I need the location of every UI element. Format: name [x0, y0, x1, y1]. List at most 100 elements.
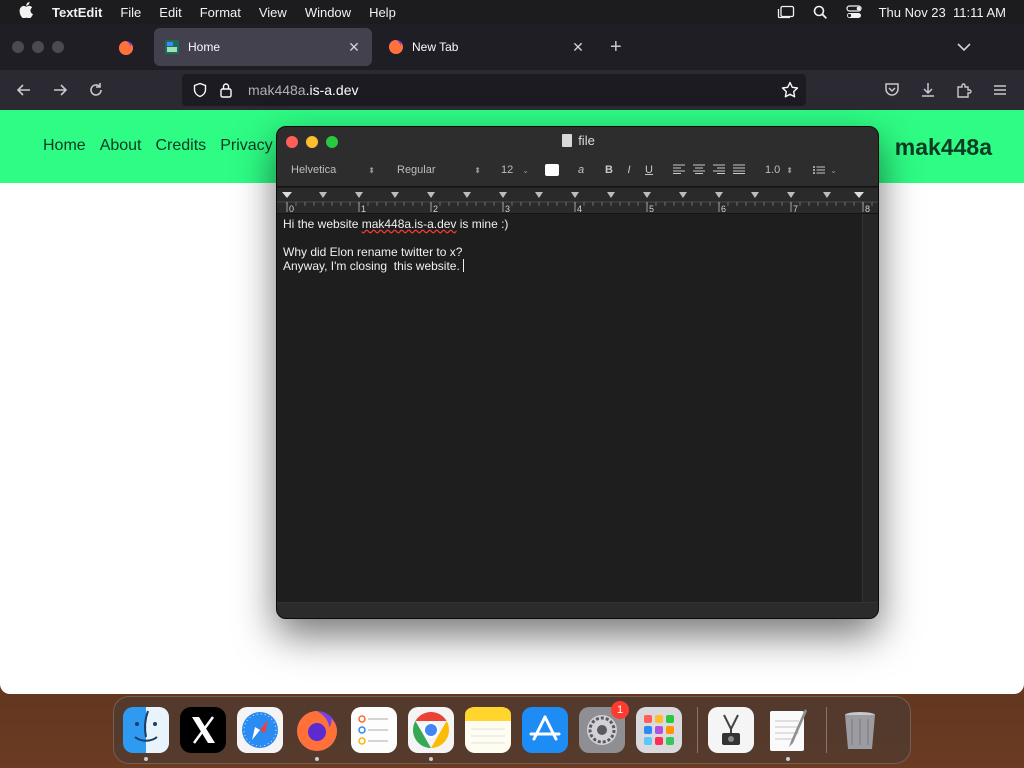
tab-stop-marker[interactable]	[823, 192, 831, 198]
stage-manager-icon[interactable]	[777, 5, 795, 19]
menubar-clock[interactable]: Thu Nov 23 11:11 AM	[879, 5, 1006, 20]
font-size-combo[interactable]: 12 ⌄	[495, 161, 535, 179]
new-tab-plus-icon[interactable]: +	[610, 37, 622, 57]
dock-textedit[interactable]	[765, 707, 811, 761]
tab-stop-marker[interactable]	[319, 192, 327, 198]
list-style-popup[interactable]: ⌄	[807, 161, 843, 179]
vertical-scrollbar[interactable]	[862, 214, 878, 604]
tab-stop-marker[interactable]	[427, 192, 435, 198]
window-bottom-bar	[277, 602, 878, 618]
menu-help[interactable]: Help	[369, 5, 396, 20]
address-bar[interactable]: mak448a.is-a.dev	[182, 74, 806, 106]
running-indicator	[786, 757, 790, 761]
dock-chrome[interactable]	[408, 707, 454, 761]
dock-firefox[interactable]	[294, 707, 340, 761]
document-title: file	[277, 133, 878, 148]
close-tab-icon[interactable]: ✕	[570, 39, 586, 56]
tab-stop-marker[interactable]	[499, 192, 507, 198]
site-nav: Home About Credits Privacy	[43, 137, 273, 155]
tab-stop-marker[interactable]	[463, 192, 471, 198]
ruler-number: 1	[361, 204, 366, 214]
tab-stop-marker[interactable]	[679, 192, 687, 198]
tab-stop-marker[interactable]	[751, 192, 759, 198]
dock-trash[interactable]	[837, 707, 883, 753]
tab-stop-marker[interactable]	[535, 192, 543, 198]
tab-stop-marker[interactable]	[643, 192, 651, 198]
forward-arrow-icon[interactable]	[48, 78, 72, 102]
align-right-icon[interactable]	[709, 163, 729, 177]
tab-stop-marker[interactable]	[787, 192, 795, 198]
dock-x[interactable]	[180, 707, 226, 753]
bold-button[interactable]: B	[599, 164, 619, 176]
line-spacing-popup[interactable]: 1.0 ⬍	[759, 161, 799, 179]
bookmark-star-icon[interactable]	[780, 80, 800, 100]
site-nav-privacy[interactable]: Privacy	[220, 137, 272, 155]
tab-home[interactable]: Home ✕	[154, 28, 372, 66]
tab-stop-marker[interactable]	[391, 192, 399, 198]
tab-stop-marker[interactable]	[355, 192, 363, 198]
tab-stop-marker[interactable]	[607, 192, 615, 198]
trash-icon	[845, 712, 875, 749]
underline-button[interactable]: U	[639, 164, 659, 176]
updown-chevron-icon: ⬍	[786, 165, 793, 175]
dock-safari[interactable]	[237, 707, 283, 753]
document-text-area[interactable]: Hi the website mak448a.is-a.dev is mine …	[277, 214, 864, 604]
menu-format[interactable]: Format	[200, 5, 241, 20]
site-nav-about[interactable]: About	[100, 137, 142, 155]
lock-icon[interactable]	[216, 80, 236, 100]
tab-stop-marker[interactable]	[715, 192, 723, 198]
align-center-icon[interactable]	[689, 163, 709, 177]
menu-app-name[interactable]: TextEdit	[52, 5, 102, 20]
highlight-color-icon[interactable]: a	[571, 164, 591, 176]
downloads-icon[interactable]	[916, 78, 940, 102]
text-line-1: Hi the website mak448a.is-a.dev is mine …	[283, 217, 858, 231]
left-margin-marker[interactable]	[282, 192, 292, 198]
right-margin-marker[interactable]	[854, 192, 864, 198]
ruler-number: 3	[505, 204, 510, 214]
ruler[interactable]: 0 1 2 3 4 5 6 7 8	[277, 188, 878, 214]
control-center-icon[interactable]	[845, 5, 863, 19]
tab-new-tab[interactable]: New Tab ✕	[378, 28, 596, 66]
dock-notes[interactable]	[465, 707, 511, 753]
site-brand[interactable]: mak448a	[895, 134, 992, 161]
dock-launchpad[interactable]	[636, 707, 682, 753]
dock-app-store[interactable]	[522, 707, 568, 753]
site-nav-credits[interactable]: Credits	[156, 137, 207, 155]
menu-file[interactable]: File	[120, 5, 141, 20]
pinned-tab-firefox[interactable]	[112, 36, 140, 60]
font-style-popup[interactable]: Regular ⬍	[391, 161, 487, 179]
dock-system-settings[interactable]: 1	[579, 701, 629, 753]
url-host-main: mak448a	[248, 82, 306, 98]
text-color-well[interactable]	[545, 164, 559, 176]
menu-window[interactable]: Window	[305, 5, 351, 20]
menu-view[interactable]: View	[259, 5, 287, 20]
tab-stop-marker[interactable]	[571, 192, 579, 198]
spelling-error-text: mak448a.is-a.dev	[361, 217, 457, 231]
zoom-window-button[interactable]	[52, 41, 64, 53]
font-family-popup[interactable]: Helvetica ⬍	[285, 161, 381, 179]
dock-reminders[interactable]	[351, 707, 397, 753]
justify-icon[interactable]	[729, 163, 749, 177]
tracking-protection-shield-icon[interactable]	[190, 80, 210, 100]
site-nav-home[interactable]: Home	[43, 137, 86, 155]
chevron-down-icon: ⌄	[522, 165, 529, 175]
pocket-icon[interactable]	[880, 78, 904, 102]
extensions-puzzle-icon[interactable]	[952, 78, 976, 102]
dock-screenshot[interactable]	[708, 707, 754, 753]
reload-icon[interactable]	[84, 78, 108, 102]
hamburger-menu-icon[interactable]	[988, 78, 1012, 102]
align-left-icon[interactable]	[669, 163, 689, 177]
apple-menu-icon[interactable]	[14, 2, 38, 22]
close-tab-icon[interactable]: ✕	[346, 39, 362, 56]
italic-button[interactable]: I	[619, 164, 639, 176]
dock-finder[interactable]	[123, 707, 169, 761]
tab-list-chevron-down-icon[interactable]	[952, 36, 976, 58]
url-text[interactable]: mak448a.is-a.dev	[248, 82, 359, 98]
firefox-icon	[389, 40, 403, 54]
back-arrow-icon[interactable]	[12, 78, 36, 102]
spotlight-search-icon[interactable]	[811, 5, 829, 19]
minimize-window-button[interactable]	[32, 41, 44, 53]
ruler-number: 7	[793, 204, 798, 214]
menu-edit[interactable]: Edit	[159, 5, 181, 20]
close-window-button[interactable]	[12, 41, 24, 53]
